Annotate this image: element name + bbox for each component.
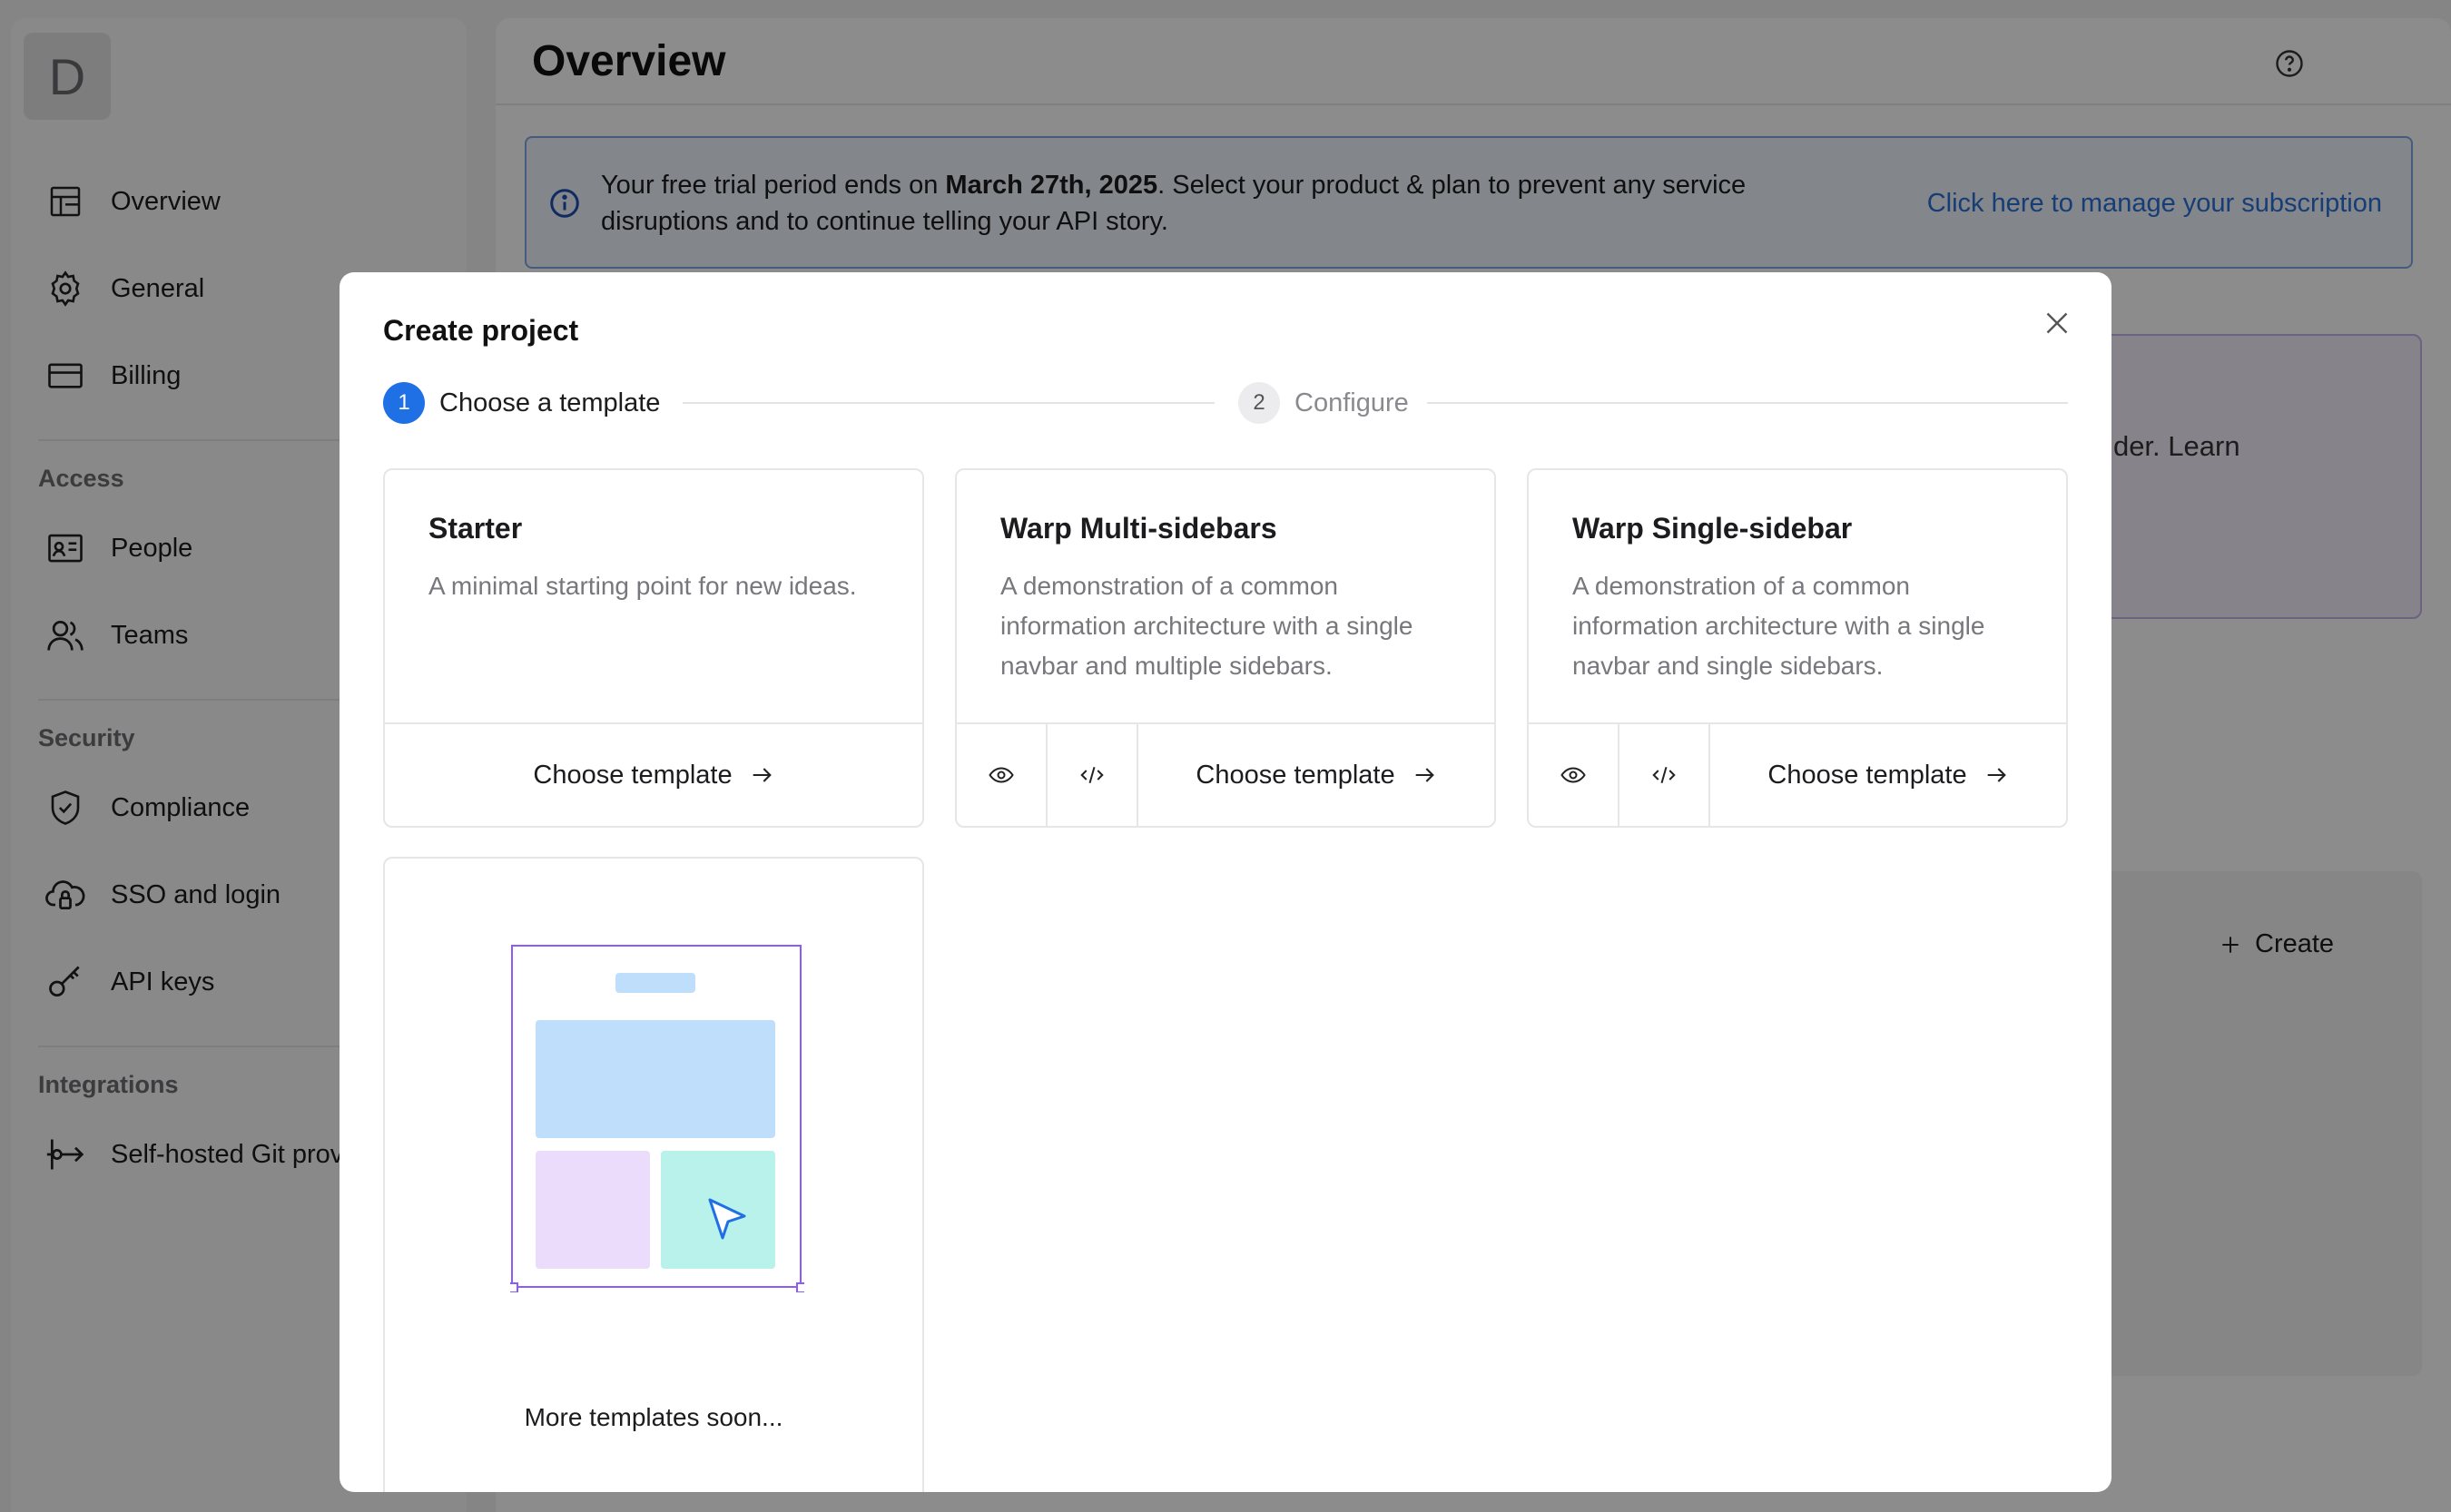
- template-description: A demonstration of a common information …: [1572, 572, 1985, 680]
- stepper: 1 Choose a template 2 Configure: [383, 381, 2070, 425]
- eye-icon: [1560, 767, 1586, 783]
- view-source-button[interactable]: [1048, 724, 1138, 826]
- preview-button[interactable]: [957, 724, 1048, 826]
- create-project-modal: Create project 1 Choose a template 2 Con…: [340, 272, 2111, 1492]
- step-label: Choose a template: [439, 388, 661, 417]
- choose-template-label: Choose template: [1767, 760, 1967, 790]
- template-title: Warp Multi-sidebars: [1000, 512, 1277, 545]
- modal-title: Create project: [383, 314, 579, 347]
- step-connector: [1427, 402, 2068, 404]
- close-icon[interactable]: [2041, 307, 2073, 339]
- arrow-right-icon: [1987, 768, 2006, 782]
- step-label: Configure: [1294, 388, 1409, 417]
- step-number: 1: [383, 382, 425, 424]
- card-footer: Choose template: [957, 722, 1494, 826]
- choose-template-label: Choose template: [533, 760, 733, 790]
- card-footer: Choose template: [1529, 722, 2066, 826]
- more-templates-label: More templates soon...: [524, 1403, 783, 1431]
- template-description: A minimal starting point for new ideas.: [428, 572, 857, 600]
- step-choose-template[interactable]: 1 Choose a template: [383, 381, 660, 425]
- step-configure[interactable]: 2 Configure: [1238, 381, 1409, 425]
- template-title: Warp Single-sidebar: [1572, 512, 1853, 545]
- template-card-warp-single: Warp Single-sidebar A demonstration of a…: [1527, 468, 2068, 828]
- template-description: A demonstration of a common information …: [1000, 572, 1413, 680]
- more-templates-card: More templates soon...: [383, 857, 924, 1492]
- template-card-warp-multi: Warp Multi-sidebars A demonstration of a…: [955, 468, 1496, 828]
- step-connector: [683, 402, 1215, 404]
- code-icon: [1652, 766, 1676, 784]
- template-card-starter: Starter A minimal starting point for new…: [383, 468, 924, 828]
- step-number: 2: [1238, 382, 1280, 424]
- arrow-right-icon: [1415, 768, 1434, 782]
- view-source-button[interactable]: [1619, 724, 1710, 826]
- code-icon: [1080, 766, 1104, 784]
- eye-icon: [989, 767, 1014, 783]
- preview-button[interactable]: [1529, 724, 1619, 826]
- template-illustration: [510, 945, 804, 1292]
- choose-template-label: Choose template: [1196, 760, 1395, 790]
- choose-template-button[interactable]: Choose template: [1710, 724, 2066, 826]
- choose-template-button[interactable]: Choose template: [1138, 724, 1494, 826]
- template-title: Starter: [428, 512, 523, 545]
- choose-template-button[interactable]: Choose template: [385, 724, 922, 826]
- arrow-right-icon: [753, 768, 772, 782]
- card-footer: Choose template: [385, 722, 922, 826]
